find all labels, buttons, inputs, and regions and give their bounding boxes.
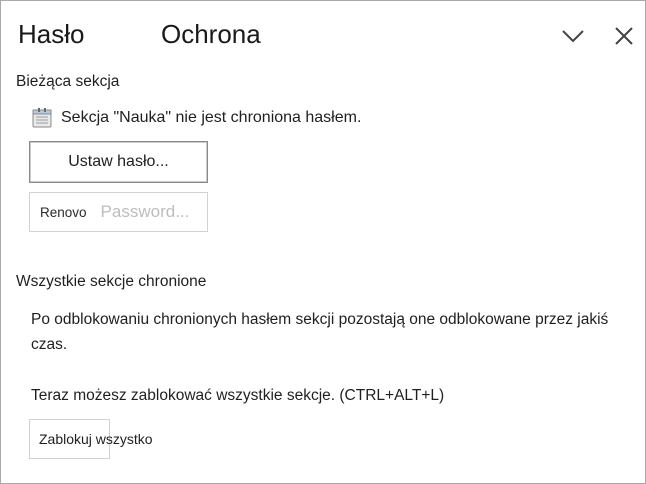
tab-protection[interactable]: Ochrona: [161, 19, 261, 50]
lock-all-button[interactable]: Zablokuj wszystko: [29, 419, 153, 459]
chevron-down-icon[interactable]: [560, 23, 586, 49]
remove-password-button[interactable]: Renovo Password...: [29, 192, 208, 232]
current-section-heading: Bieżąca sekcja: [16, 73, 120, 90]
remove-password-label-word2: Password...: [100, 202, 190, 221]
close-icon[interactable]: [611, 23, 637, 49]
remove-password-label-word1: Renovo: [40, 204, 87, 220]
tab-password[interactable]: Hasło: [18, 19, 84, 50]
unlock-info-text: Po odblokowaniu chronionych hasłem sekcj…: [31, 311, 609, 353]
section-status-text: Sekcja "Nauka" nie jest chroniona hasłem…: [61, 109, 362, 126]
lock-all-info-text: Teraz możesz zablokować wszystkie sekcje…: [31, 387, 445, 404]
section-status: Sekcja "Nauka" nie jest chroniona hasłem…: [31, 106, 361, 130]
password-protection-pane: Hasło Ochrona Bieżąca sekcja Sekcja "Nau…: [0, 0, 646, 484]
all-protected-sections-heading: Wszystkie sekcje chronione: [16, 273, 207, 290]
notebook-section-icon: [31, 107, 53, 129]
set-password-button[interactable]: Ustaw hasło...: [29, 141, 208, 183]
